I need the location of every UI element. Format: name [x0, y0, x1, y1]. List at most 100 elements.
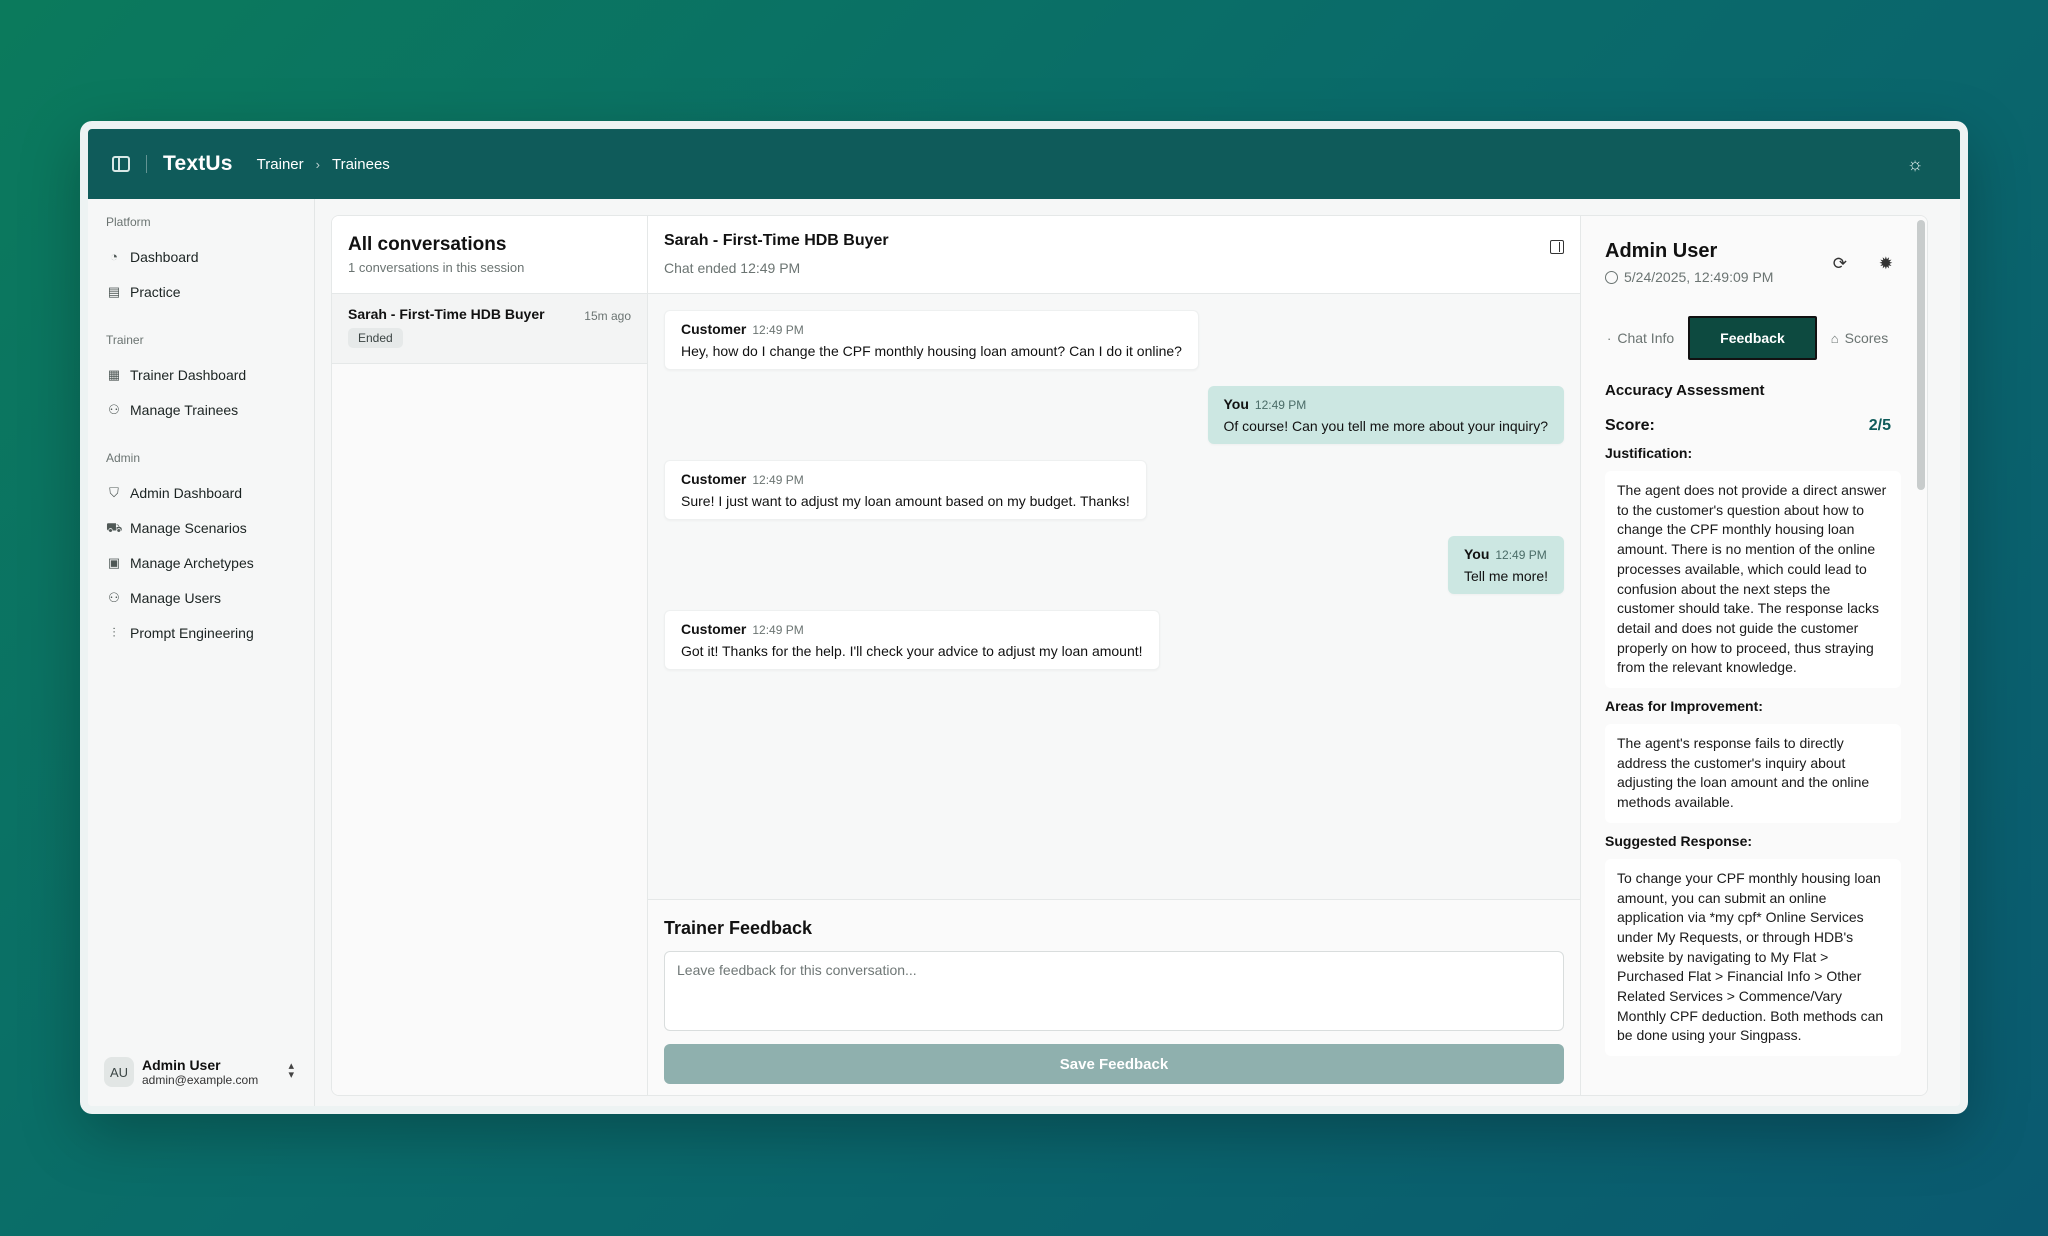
- sidebar-item-dashboard[interactable]: ◔ Dashboard: [104, 239, 298, 274]
- tab-chat-info[interactable]: · Chat Info: [1593, 316, 1688, 360]
- message-time: 12:49 PM: [752, 623, 804, 637]
- message-customer: Customer 12:49 PM Sure! I just want to ad…: [664, 460, 1147, 520]
- message-sender: You: [1223, 396, 1249, 412]
- sidebar-item-practice[interactable]: ▤ Practice: [104, 274, 298, 309]
- app-window: TextUs Trainer › Trainees ☼ Platform ◔ D…: [80, 121, 1968, 1114]
- message-you: You 12:49 PM Of course! Can you tell me m…: [1207, 386, 1564, 444]
- breadcrumb: Trainer › Trainees: [257, 156, 390, 173]
- message-you: You 12:49 PM Tell me more!: [1447, 536, 1564, 594]
- message-text: Of course! Can you tell me more about yo…: [1223, 418, 1549, 434]
- sidebar-item-label: Manage Scenarios: [130, 519, 247, 536]
- message-time: 12:49 PM: [1254, 398, 1307, 412]
- sidebar-item-manage-users[interactable]: ⚇ Manage Users: [104, 580, 298, 615]
- sidebar-toggle-icon[interactable]: [112, 156, 130, 172]
- conversation-time: 15m ago: [584, 309, 631, 323]
- user-menu[interactable]: AU Admin User admin@example.com ▴ ▾: [104, 1050, 298, 1094]
- conversation-list: All conversations 1 conversations in thi…: [332, 216, 648, 1095]
- details-user-name: Admin User: [1605, 240, 1718, 262]
- sidebar-item-manage-trainees[interactable]: ⚇ Manage Trainees: [104, 392, 298, 427]
- users-icon: ⚇: [108, 589, 120, 605]
- save-feedback-button[interactable]: Save Feedback: [664, 1044, 1564, 1084]
- sidebar-item-manage-scenarios[interactable]: ⛟ Manage Scenarios: [104, 510, 298, 545]
- sidebar-item-label: Prompt Engineering: [130, 624, 254, 641]
- chat-title: Sarah - First-Time HDB Buyer: [664, 232, 889, 249]
- chat-status: Chat ended 12:49 PM: [664, 260, 801, 276]
- list-item[interactable]: Sarah - First-Time HDB Buyer 15m ago End…: [332, 294, 647, 364]
- message-customer: Customer 12:49 PM Hey, how do I change th…: [664, 310, 1199, 370]
- message-sender: Customer: [681, 321, 747, 337]
- sidebar-item-label: Admin Dashboard: [130, 484, 243, 501]
- bug-icon[interactable]: ✹: [1879, 254, 1893, 274]
- improvement-label: Areas for Improvement:: [1605, 698, 1763, 715]
- message-text: Sure! I just want to adjust my loan amou…: [681, 493, 1130, 509]
- sidebar-item-label: Manage Trainees: [130, 401, 239, 418]
- message-time: 12:49 PM: [1495, 548, 1547, 562]
- sidebar-item-label: Dashboard: [130, 248, 199, 265]
- clipboard-icon: ▤: [107, 283, 121, 299]
- suggested-text: To change your CPF monthly housing loan …: [1605, 858, 1901, 1057]
- sun-icon[interactable]: ☼: [1904, 153, 1926, 175]
- message-sender: You: [1463, 546, 1490, 562]
- score-row: Score: 2/5: [1605, 417, 1903, 435]
- scenario-icon: ⛟: [106, 519, 123, 535]
- clock-icon: [1605, 271, 1618, 284]
- breadcrumb-trainer[interactable]: Trainer: [257, 156, 304, 173]
- message-text: Hey, how do I change the CPF monthly hou…: [681, 343, 1182, 359]
- main-panel: All conversations 1 conversations in thi…: [331, 215, 1928, 1096]
- chat-panel: Sarah - First-Time HDB Buyer Chat ended …: [648, 216, 1580, 1095]
- message-sender: Customer: [681, 621, 747, 637]
- conversations-subtitle: 1 conversations in this session: [348, 260, 525, 275]
- justification-text: The agent does not provide a direct answ…: [1605, 471, 1901, 689]
- justification-label: Justification:: [1605, 445, 1693, 461]
- tag-icon: ⌂: [1830, 330, 1839, 346]
- feedback-input[interactable]: [664, 951, 1564, 1031]
- conversations-title: All conversations: [348, 234, 507, 255]
- message-list: Customer 12:49 PM Hey, how do I change th…: [648, 294, 1580, 904]
- sidebar-item-label: Practice: [130, 283, 181, 300]
- user-email: admin@example.com: [142, 1073, 259, 1087]
- nav-group-trainer: Trainer: [106, 333, 144, 347]
- details-panel: Admin User 5/24/2025, 12:49:09 PM ⟳ ✹ · C…: [1580, 216, 1927, 1095]
- tab-scores[interactable]: ⌂ Scores: [1817, 316, 1902, 360]
- breadcrumb-trainees[interactable]: Trainees: [332, 156, 390, 173]
- improvement-text: The agent's response fails to directly a…: [1605, 724, 1901, 823]
- sidebar-item-label: Manage Users: [130, 589, 222, 606]
- tab-feedback[interactable]: Feedback: [1688, 316, 1817, 360]
- suggested-label: Suggested Response:: [1605, 832, 1753, 849]
- top-bar: TextUs Trainer › Trainees ☼: [88, 129, 1960, 199]
- pie-chart-icon: ◔: [110, 248, 118, 264]
- divider: [146, 155, 147, 173]
- message-sender: Customer: [681, 471, 747, 487]
- section-title: Accuracy Assessment: [1605, 382, 1765, 399]
- tab-label: Feedback: [1720, 330, 1785, 346]
- sidebar-item-manage-archetypes[interactable]: ▣ Manage Archetypes: [104, 545, 298, 580]
- users-icon: ⚇: [108, 401, 120, 417]
- tab-label: Chat Info: [1617, 330, 1675, 346]
- sidebar-item-admin-dashboard[interactable]: ⛉ Admin Dashboard: [104, 475, 298, 510]
- score-value: 2/5: [1868, 417, 1891, 434]
- grid-icon: ▦: [107, 366, 121, 382]
- shield-icon: ⛉: [109, 484, 119, 500]
- chevron-right-icon: ›: [315, 156, 320, 172]
- toggle-panel-icon[interactable]: [1550, 240, 1564, 254]
- message-time: 12:49 PM: [752, 323, 804, 337]
- sliders-icon: ⫶: [112, 624, 116, 640]
- app-title: TextUs: [163, 152, 233, 175]
- sidebar: Platform ◔ Dashboard ▤ Practice Trainer …: [88, 199, 315, 1106]
- sidebar-item-prompt-engineering[interactable]: ⫶ Prompt Engineering: [104, 615, 298, 650]
- details-tabs: · Chat Info Feedback ⌂ Scores: [1593, 312, 1915, 364]
- message-time: 12:49 PM: [752, 473, 804, 487]
- refresh-icon[interactable]: ⟳: [1833, 254, 1847, 274]
- message-customer: Customer 12:49 PM Got it! Thanks for the …: [664, 610, 1160, 670]
- chevron-up-down-icon: ▴ ▾: [288, 1060, 294, 1081]
- nav-group-platform: Platform: [106, 215, 151, 229]
- feedback-content: Accuracy Assessment Score: 2/5 Justifica…: [1581, 364, 1927, 1057]
- contact-icon: ▣: [107, 554, 121, 570]
- feedback-title: Trainer Feedback: [664, 918, 813, 938]
- sidebar-item-label: Manage Archetypes: [130, 554, 254, 571]
- sidebar-item-label: Trainer Dashboard: [130, 366, 247, 383]
- details-date: 5/24/2025, 12:49:09 PM: [1624, 269, 1774, 285]
- nav-group-admin: Admin: [106, 451, 141, 465]
- status-badge: Ended: [348, 328, 403, 348]
- sidebar-item-trainer-dashboard[interactable]: ▦ Trainer Dashboard: [104, 357, 298, 392]
